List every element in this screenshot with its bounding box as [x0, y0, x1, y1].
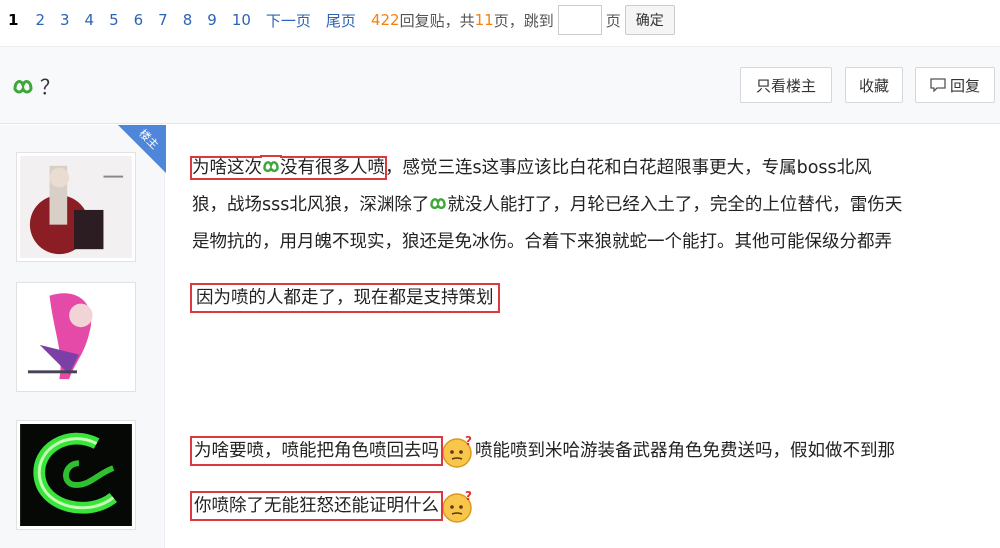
confused-emoji-icon: ?	[442, 489, 472, 523]
page-7[interactable]: 7	[158, 11, 168, 29]
comment-icon	[930, 78, 946, 92]
confused-emoji-icon: ?	[442, 434, 472, 468]
next-page-link[interactable]: 下一页	[266, 10, 311, 31]
game-logo-icon	[430, 198, 447, 210]
page-10[interactable]: 10	[232, 11, 251, 29]
post-line: 狼，战场sss北风狼，深渊除了 就没人能打了，月轮已经入土了，完全的上位替代，雷伤…	[192, 195, 903, 215]
page-3[interactable]: 3	[60, 11, 70, 29]
thread-header: ？ 只看楼主 收藏 回复	[0, 46, 1000, 124]
title-suffix: ？	[40, 75, 60, 99]
reply-button-label: 回复	[949, 76, 980, 95]
page-2[interactable]: 2	[35, 11, 45, 29]
reply-button[interactable]: 回复	[915, 67, 995, 103]
highlighted-text: 为啥这次 没有很多人喷	[190, 156, 387, 180]
svg-text:?: ?	[465, 489, 472, 503]
total-pages: 11	[474, 11, 494, 29]
thread-title: ？	[12, 71, 60, 100]
avatar[interactable]	[16, 282, 136, 392]
page-6[interactable]: 6	[134, 11, 144, 29]
highlighted-text: 为啥要喷，喷能把角色喷回去吗	[190, 436, 443, 466]
post-body: 你喷除了无能狂怒还能证明什么?	[190, 488, 475, 525]
page-5[interactable]: 5	[109, 11, 119, 29]
svg-text:?: ?	[465, 434, 472, 448]
avatar-image	[20, 286, 132, 388]
page-suffix: 页	[605, 11, 621, 30]
pager-bar: 1 2 3 4 5 6 7 8 9 10 下一页 尾页 422 回复贴，共 11…	[0, 0, 1000, 40]
game-logo-icon	[263, 161, 279, 173]
post-line: 是物抗的，用月魄不现实，狼还是免冰伤。合着下来狼就蛇一个能打。其他可能保级分都弄	[192, 232, 892, 252]
avatar[interactable]	[16, 420, 136, 530]
reply-count: 422	[370, 11, 400, 29]
post-body: 为啥要喷，喷能把角色喷回去吗? 喷能喷到米哈游装备武器角色免费送吗，假如做不到那	[190, 433, 895, 470]
page-8[interactable]: 8	[183, 11, 193, 29]
jump-label: 页，跳到	[493, 11, 554, 30]
avatar[interactable]	[16, 152, 136, 262]
avatar-image	[20, 424, 132, 526]
post-text: 喷能喷到米哈游装备武器角色免费送吗，假如做不到那	[475, 441, 895, 461]
avatar-image	[20, 156, 132, 258]
page-4[interactable]: 4	[85, 11, 95, 29]
highlighted-text: 你喷除了无能狂怒还能证明什么	[190, 491, 443, 521]
post-body: 因为喷的人都走了，现在都是支持策划	[190, 280, 500, 317]
only-op-button[interactable]: 只看楼主	[740, 67, 832, 103]
confirm-button[interactable]: 确定	[624, 5, 675, 35]
last-page-link[interactable]: 尾页	[326, 10, 356, 31]
post-text: ，感觉三连s这事应该比白花和白花超限事更大，专属boss北风	[385, 158, 872, 178]
page-1[interactable]: 1	[8, 11, 18, 29]
game-logo-icon	[13, 79, 33, 93]
jump-page-input[interactable]	[557, 5, 602, 35]
post-line: 为啥这次 没有很多人喷，感觉三连s这事应该比白花和白花超限事更大，专属boss北风	[190, 150, 902, 187]
page-9[interactable]: 9	[207, 11, 217, 29]
highlighted-text: 因为喷的人都走了，现在都是支持策划	[190, 283, 500, 313]
favorite-button[interactable]: 收藏	[845, 67, 903, 103]
reply-label: 回复贴，共	[399, 11, 475, 30]
post-body: 为啥这次 没有很多人喷，感觉三连s这事应该比白花和白花超限事更大，专属boss北风…	[190, 150, 903, 261]
